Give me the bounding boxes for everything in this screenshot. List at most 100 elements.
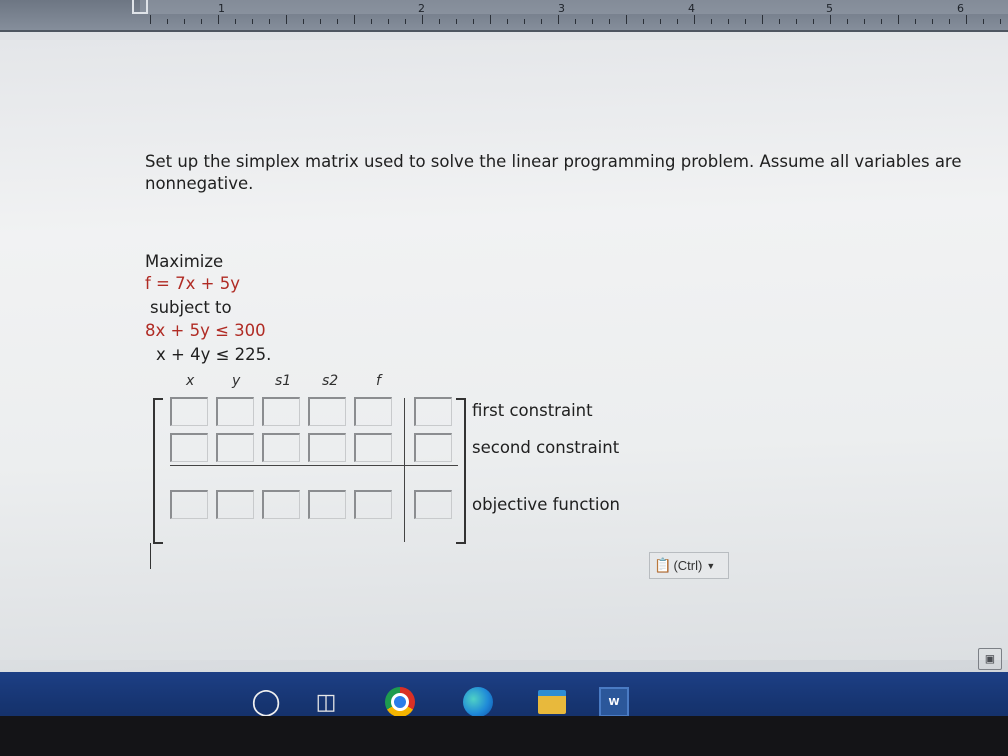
word-icon[interactable]: W <box>596 684 632 720</box>
column-header-x: x <box>186 373 195 389</box>
ruler-tick <box>439 19 440 24</box>
ruler-tick <box>303 19 304 24</box>
maximize-label: Maximize <box>145 252 224 271</box>
edge-icon[interactable] <box>460 684 496 720</box>
matrix-cell-r2-f[interactable] <box>354 433 392 462</box>
ruler-tick <box>456 19 457 24</box>
matrix-cell-r3-y[interactable] <box>216 490 254 519</box>
ruler-tick <box>490 15 491 24</box>
matrix-objective-divider <box>170 465 458 466</box>
ruler-tick <box>864 19 865 24</box>
ruler-tick <box>201 19 202 24</box>
matrix-cell-r2-x[interactable] <box>170 433 208 462</box>
ruler-tick <box>558 15 559 24</box>
ruler-tick <box>660 19 661 24</box>
ruler-indent-marker[interactable] <box>132 0 148 14</box>
constraint-2: x + 4y ≤ 225. <box>156 345 272 364</box>
ruler-tick <box>371 19 372 24</box>
column-header-s2: s2 <box>322 373 339 389</box>
ruler-tick <box>796 19 797 24</box>
ruler-tick <box>252 19 253 24</box>
constraint-1: 8x + 5y ≤ 300 <box>145 321 266 340</box>
row-label-first-constraint: first constraint <box>472 401 593 420</box>
subject-to-label: subject to <box>150 298 232 317</box>
ruler-tick <box>354 15 355 24</box>
ruler-tick <box>592 19 593 24</box>
ruler-tick <box>473 19 474 24</box>
matrix-cell-r1-s2[interactable] <box>308 397 346 426</box>
chrome-icon[interactable] <box>382 684 418 720</box>
task-view-icon[interactable]: ◫ <box>308 684 344 720</box>
search-icon[interactable]: ◯ <box>248 684 284 720</box>
ruler-number: 2 <box>418 2 425 15</box>
ruler-tick <box>626 15 627 24</box>
ruler-tick <box>898 15 899 24</box>
matrix-cell-r3-rhs[interactable] <box>414 490 452 519</box>
ruler-tick <box>881 19 882 24</box>
clipboard-icon: 📋 <box>654 557 672 573</box>
matrix-cell-r2-rhs[interactable] <box>414 433 452 462</box>
ruler-tick <box>184 19 185 24</box>
ruler-tick <box>167 19 168 24</box>
objective-function: f = 7x + 5y <box>145 274 240 293</box>
ruler-tick <box>915 19 916 24</box>
ruler-tick <box>694 15 695 24</box>
ruler-number: 4 <box>688 2 695 15</box>
column-header-s1: s1 <box>275 373 292 389</box>
matrix-cell-r3-s1[interactable] <box>262 490 300 519</box>
screen-bezel <box>0 716 1008 756</box>
ruler-tick <box>983 19 984 24</box>
column-header-f: f <box>376 373 381 389</box>
matrix-cell-r1-y[interactable] <box>216 397 254 426</box>
matrix-cell-r2-s1[interactable] <box>262 433 300 462</box>
ruler-tick <box>218 15 219 24</box>
matrix-cell-r1-s1[interactable] <box>262 397 300 426</box>
ruler-tick <box>337 19 338 24</box>
ruler-tick <box>405 19 406 24</box>
text-cursor <box>150 543 151 569</box>
ruler-tick <box>541 19 542 24</box>
column-header-y: y <box>232 373 241 389</box>
ruler-tick <box>422 15 423 24</box>
ruler-tick <box>286 15 287 24</box>
ruler-number: 1 <box>218 2 225 15</box>
matrix-cell-r1-x[interactable] <box>170 397 208 426</box>
ruler-tick <box>762 15 763 24</box>
document-page[interactable] <box>0 40 1008 660</box>
ruler-tick <box>728 19 729 24</box>
ruler-tick <box>813 19 814 24</box>
matrix-cell-r1-rhs[interactable] <box>414 397 452 426</box>
ruler-tick <box>1000 19 1001 24</box>
ruler-tick <box>235 19 236 24</box>
ruler-number: 6 <box>957 2 964 15</box>
ruler-tick <box>745 19 746 24</box>
word-icon-label: W <box>599 687 629 717</box>
ruler[interactable]: 1 2 3 4 5 6 <box>0 0 1008 32</box>
ruler-tick <box>320 19 321 24</box>
matrix-cell-r2-s2[interactable] <box>308 433 346 462</box>
matrix-cell-r2-y[interactable] <box>216 433 254 462</box>
ruler-tick <box>524 19 525 24</box>
paste-options-label: (Ctrl) <box>673 558 703 573</box>
ruler-tick <box>711 19 712 24</box>
matrix-left-bracket <box>153 398 163 544</box>
ruler-tick <box>949 19 950 24</box>
matrix-cell-r1-f[interactable] <box>354 397 392 426</box>
paste-options-button[interactable]: 📋 (Ctrl) ▼ <box>649 552 729 579</box>
document-area <box>0 32 1008 672</box>
ruler-tick <box>388 19 389 24</box>
focus-mode-icon[interactable]: ▣ <box>978 648 1002 670</box>
ruler-tick <box>932 19 933 24</box>
ruler-tick <box>150 15 151 24</box>
ruler-tick <box>609 19 610 24</box>
matrix-cell-r3-x[interactable] <box>170 490 208 519</box>
ruler-tick <box>830 15 831 24</box>
row-label-objective-function: objective function <box>472 495 620 514</box>
row-label-second-constraint: second constraint <box>472 438 620 457</box>
file-explorer-icon[interactable] <box>534 684 570 720</box>
matrix-cell-r3-s2[interactable] <box>308 490 346 519</box>
ruler-tick <box>575 19 576 24</box>
ruler-tick <box>643 19 644 24</box>
matrix-cell-r3-f[interactable] <box>354 490 392 519</box>
ruler-tick <box>269 19 270 24</box>
